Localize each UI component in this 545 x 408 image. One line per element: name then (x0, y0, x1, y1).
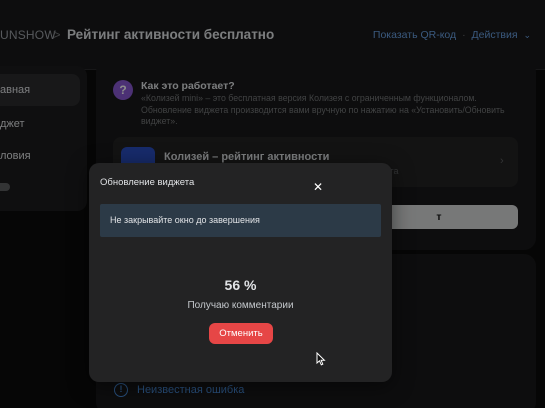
close-icon[interactable]: ✕ (312, 181, 324, 193)
cancel-button[interactable]: Отменить (209, 323, 273, 344)
progress-value: 56 % (224, 277, 257, 293)
progress-status: Получаю комментарии (187, 300, 294, 311)
cursor-icon (316, 352, 326, 366)
warning-notice: Не закрывайте окно до завершения (100, 204, 381, 237)
update-widget-modal: Обновление виджета Не закрывайте окно до… (89, 163, 392, 382)
modal-title: Обновление виджета (100, 177, 195, 188)
